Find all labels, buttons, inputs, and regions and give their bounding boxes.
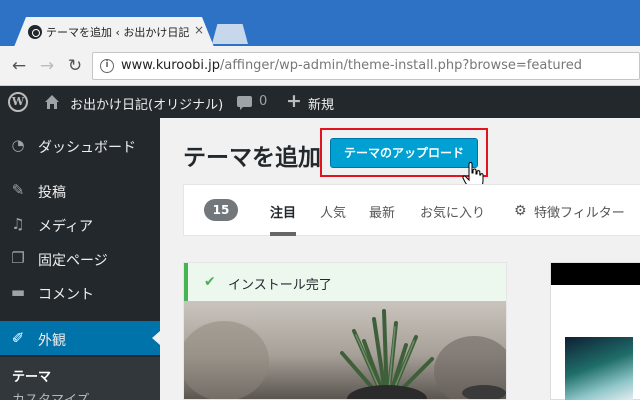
submenu-item-customize[interactable]: カスタマイズ (12, 389, 90, 400)
theme-card-next[interactable] (550, 262, 640, 400)
comment-icon: ▬ (10, 283, 26, 301)
wordpress-logo-icon[interactable]: W (8, 92, 28, 112)
wp-admin-bar: W お出かけ日記(オリジナル) 0 + 新規 (0, 86, 640, 118)
sidebar-item-appearance[interactable]: ✐ 外観 (0, 321, 160, 355)
tab-close-icon[interactable]: × (194, 23, 204, 37)
admin-sidebar: ◔ ダッシュボード ✎ 投稿 ♫ メディア ❐ 固定ページ ▬ コメント ✐ 外… (0, 118, 160, 400)
pin-icon: ✎ (11, 181, 25, 199)
url-path: /affinger/wp-admin/theme-install.php?bro… (220, 58, 582, 73)
sidebar-item-label: メディア (38, 219, 94, 235)
back-arrow-icon[interactable]: ← (8, 55, 30, 77)
page-icon: ❐ (11, 249, 25, 267)
tab-latest[interactable]: 最新 (369, 202, 395, 221)
site-name-link[interactable]: お出かけ日記(オリジナル) (70, 94, 223, 113)
theme-card-header-bar (551, 263, 640, 285)
sidebar-item-media[interactable]: ♫ メディア (0, 207, 160, 241)
theme-screenshot-plant[interactable] (184, 301, 506, 399)
forward-arrow-icon[interactable]: → (36, 55, 58, 77)
install-complete-notice: ✔ インストール完了 (184, 263, 506, 301)
url-host: www.kuroobi.jp (121, 58, 221, 73)
sidebar-item-label: コメント (38, 287, 94, 303)
plus-icon[interactable]: + (286, 90, 302, 112)
brush-icon: ✐ (11, 329, 25, 347)
gear-icon[interactable]: ⚙ (514, 203, 527, 219)
comment-count[interactable]: 0 (259, 94, 267, 109)
media-icon: ♫ (11, 215, 25, 233)
theme-count-badge: 15 (204, 199, 238, 221)
dashboard-icon: ◔ (11, 136, 25, 154)
theme-filter-bar: 15 注目 人気 最新 お気に入り ⚙ 特徴フィルター (183, 184, 640, 236)
comment-bubble-icon[interactable] (237, 96, 252, 110)
browser-tabstrip: テーマを追加 ‹ お出かけ日記 × (0, 0, 640, 47)
browser-toolbar: ← → ↻ i www.kuroobi.jp/affinger/wp-admin… (0, 46, 640, 86)
tab-popular[interactable]: 人気 (320, 202, 346, 221)
home-icon[interactable] (44, 94, 60, 110)
sidebar-item-label: 外観 (38, 333, 66, 349)
submenu-item-themes[interactable]: テーマ (12, 366, 51, 385)
page-title: テーマを追加 (183, 145, 321, 171)
plant-illustration (184, 309, 506, 399)
wordpress-favicon-icon (28, 25, 42, 39)
checkmark-icon: ✔ (204, 274, 216, 290)
site-info-icon[interactable]: i (100, 59, 114, 73)
active-tab-indicator (270, 232, 296, 236)
theme-screenshot-aurora[interactable] (565, 337, 633, 400)
tab-favorites[interactable]: お気に入り (420, 202, 485, 221)
browser-tab-title: テーマを追加 ‹ お出かけ日記 (46, 26, 190, 39)
new-tab-button[interactable] (212, 24, 248, 44)
sidebar-item-label: 投稿 (38, 185, 66, 201)
address-bar[interactable]: i www.kuroobi.jp/affinger/wp-admin/theme… (92, 52, 640, 80)
appearance-submenu: テーマ カスタマイズ (0, 357, 160, 400)
sidebar-item-dashboard[interactable]: ◔ ダッシュボード (0, 128, 160, 162)
tab-featured[interactable]: 注目 (270, 202, 296, 221)
sidebar-item-label: 固定ページ (38, 253, 108, 269)
feature-filter-button[interactable]: 特徴フィルター (534, 202, 625, 221)
address-url[interactable]: www.kuroobi.jp/affinger/wp-admin/theme-i… (121, 58, 582, 73)
theme-card-installed[interactable]: ✔ インストール完了 (183, 262, 507, 400)
new-content-link[interactable]: 新規 (308, 94, 334, 113)
reload-icon[interactable]: ↻ (64, 55, 86, 77)
sidebar-item-posts[interactable]: ✎ 投稿 (0, 173, 160, 207)
sidebar-item-label: ダッシュボード (38, 140, 136, 156)
notice-text: インストール完了 (228, 278, 332, 293)
sidebar-item-comments[interactable]: ▬ コメント (0, 275, 160, 309)
sidebar-item-pages[interactable]: ❐ 固定ページ (0, 241, 160, 275)
